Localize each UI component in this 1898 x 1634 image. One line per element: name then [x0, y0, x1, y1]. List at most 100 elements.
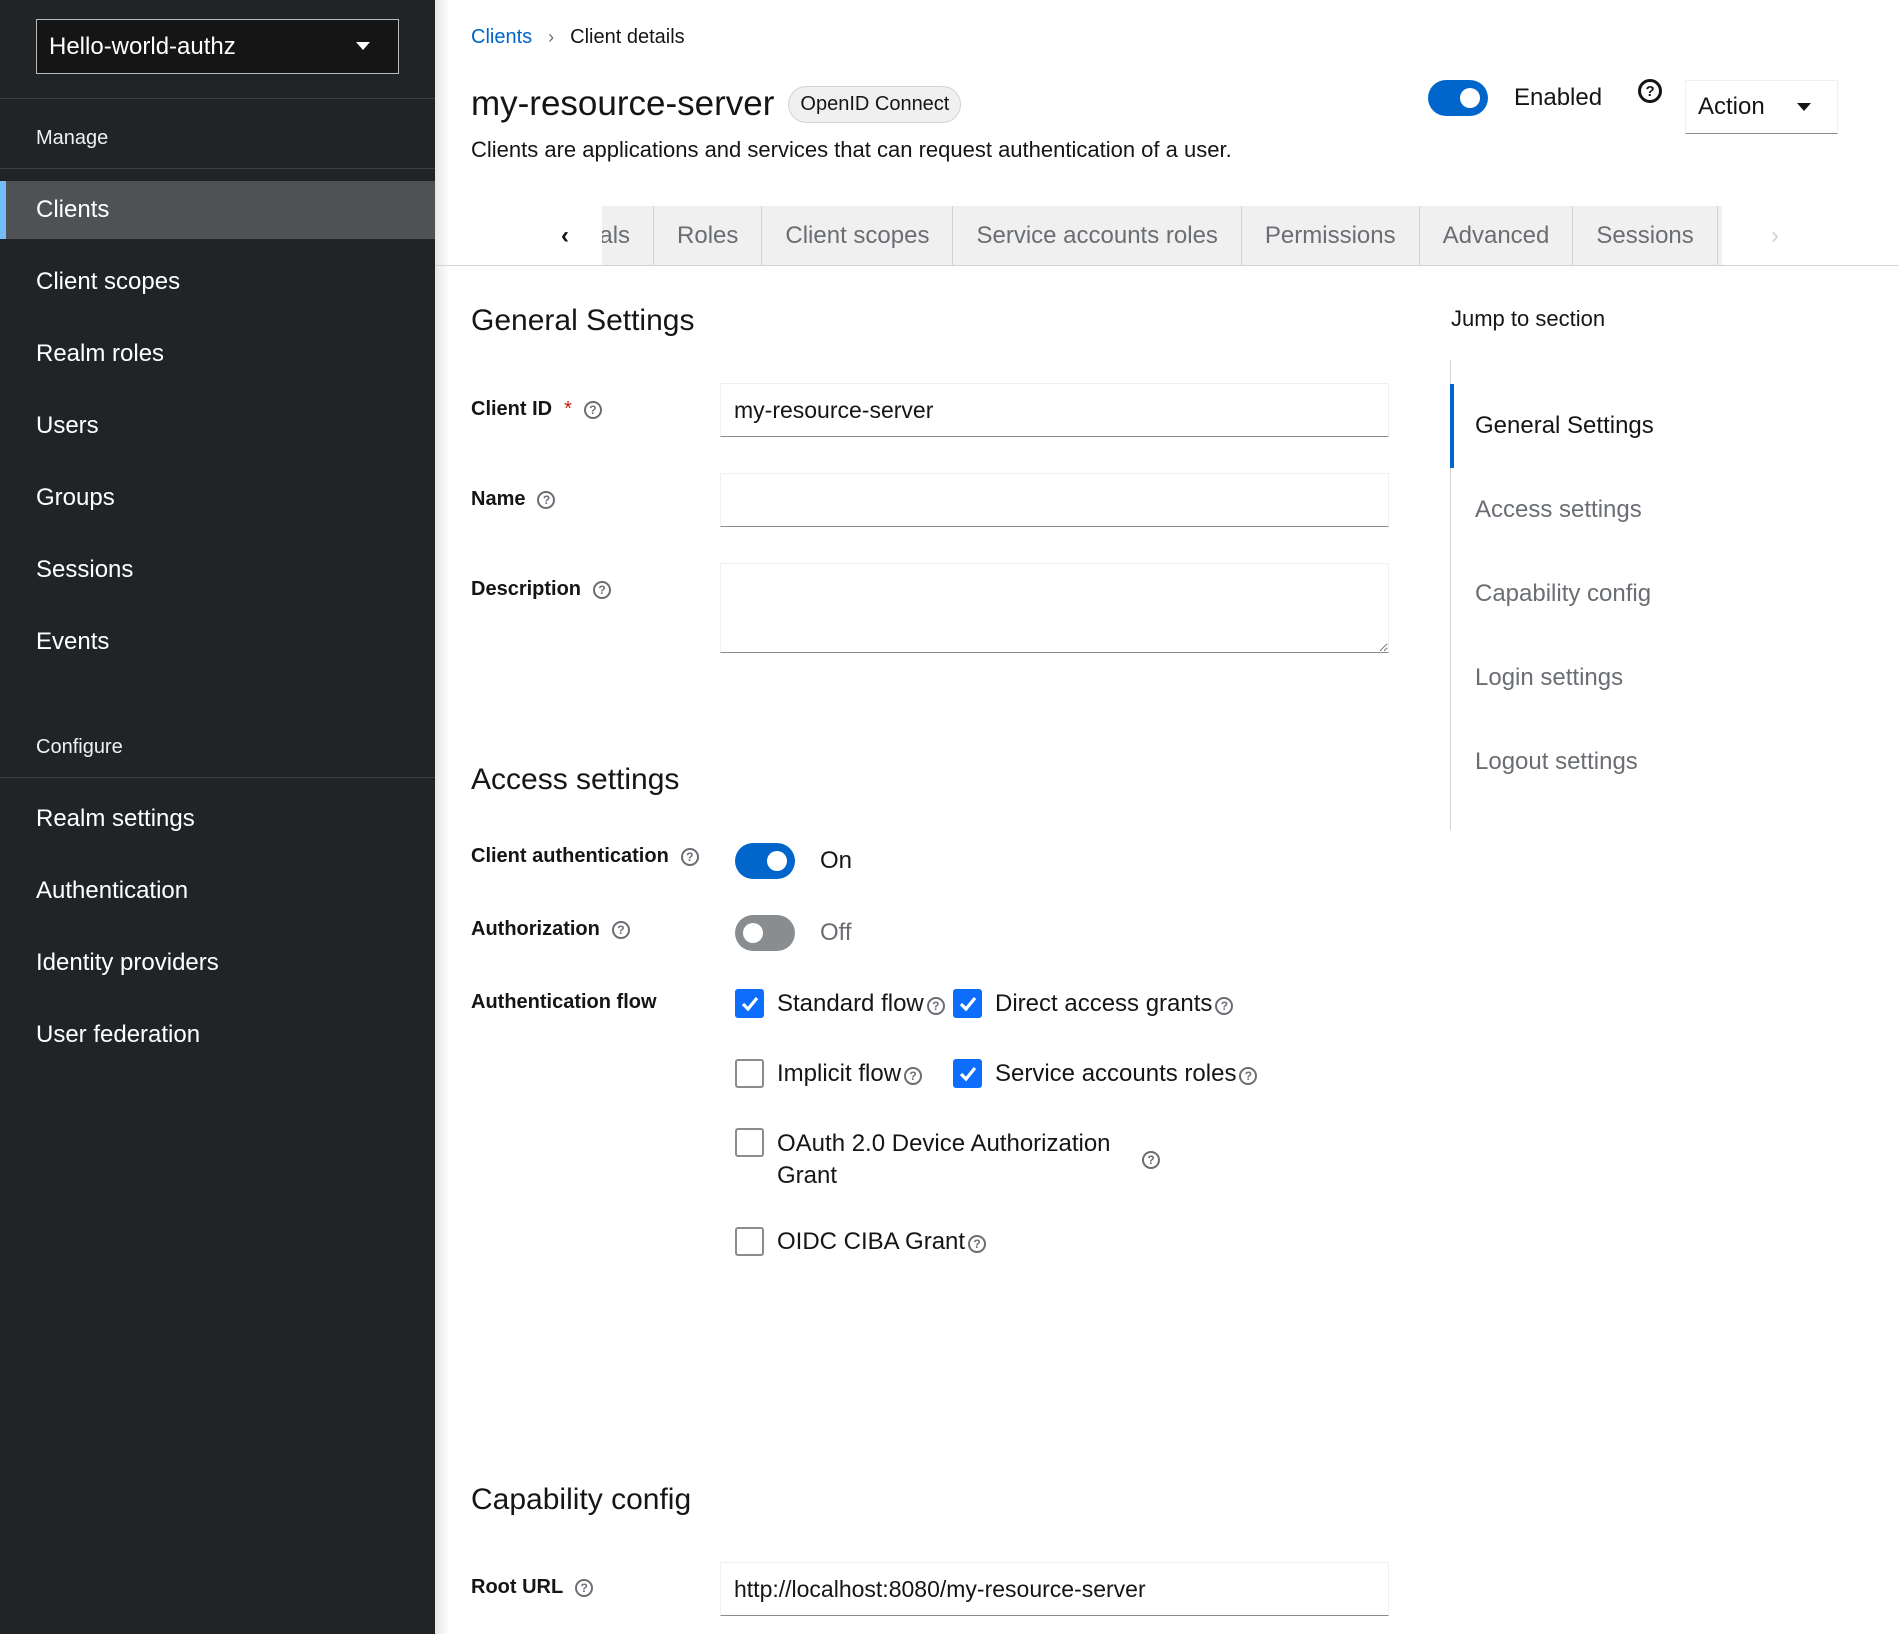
sidebar-item-clients[interactable]: Clients — [0, 181, 435, 239]
client-authentication-label: Client authentication ? — [471, 845, 699, 868]
enabled-label: Enabled — [1514, 84, 1603, 111]
tab-label: Client scopes — [785, 221, 930, 249]
toggle-knob — [767, 851, 787, 871]
direct-access-grants-option: Direct access grants ? — [953, 989, 1234, 1019]
help-icon[interactable]: ? — [611, 920, 630, 939]
toggle-knob — [1460, 88, 1480, 108]
name-label: Name ? — [471, 488, 556, 511]
jump-link-general-settings[interactable]: General Settings — [1475, 412, 1654, 440]
checkbox-label: Standard flow — [777, 990, 924, 1017]
sidebar-item-label: User federation — [36, 1021, 201, 1048]
label-text: Client ID — [471, 398, 553, 420]
question-circle-icon[interactable]: ? — [1638, 79, 1663, 103]
label-text: Description — [471, 578, 582, 600]
enabled-toggle[interactable] — [1428, 80, 1488, 116]
sidebar-group-manage: Manage — [36, 127, 109, 149]
tab-roles[interactable]: Roles — [654, 206, 763, 265]
page-title: my-resource-server — [471, 84, 775, 123]
label-text: Client authentication — [471, 845, 669, 867]
tab-label: Advanced — [1442, 221, 1550, 249]
checkbox-label-line: Grant — [777, 1162, 838, 1189]
angle-left-icon[interactable]: ‹ — [535, 206, 595, 265]
root-url-input[interactable] — [720, 1562, 1389, 1616]
help-icon[interactable]: ? — [1142, 1151, 1160, 1169]
jump-link-capability-config[interactable]: Capability config — [1475, 580, 1651, 608]
protocol-badge: OpenID Connect — [788, 85, 962, 123]
description-label: Description ? — [471, 578, 612, 601]
checkbox-label: Service accounts roles — [995, 1060, 1237, 1087]
help-icon[interactable]: ? — [968, 1235, 987, 1253]
sidebar-group-configure: Configure — [36, 736, 123, 758]
tab-permissions[interactable]: Permissions — [1242, 206, 1420, 265]
realm-selector[interactable]: Hello-world-authz — [36, 19, 399, 74]
oidc-ciba-grant-checkbox[interactable] — [735, 1227, 764, 1256]
caret-down-icon — [356, 42, 370, 50]
tab-sessions[interactable]: Sessions — [1573, 206, 1718, 265]
help-icon[interactable]: ? — [680, 847, 699, 866]
implicit-flow-option: Implicit flow ? — [735, 1059, 923, 1089]
jump-link-login-settings[interactable]: Login settings — [1475, 664, 1623, 692]
tab-strip: ntials Roles Client scopes Service accou… — [602, 206, 1722, 265]
client-id-input[interactable] — [720, 383, 1389, 437]
help-icon[interactable]: ? — [904, 1067, 923, 1085]
help-icon[interactable]: ? — [1215, 997, 1234, 1015]
help-icon[interactable]: ? — [1239, 1067, 1258, 1085]
description-textarea[interactable] — [720, 563, 1389, 653]
tab-service-accounts-roles[interactable]: Service accounts roles — [953, 206, 1242, 265]
tab-label: Service accounts roles — [976, 221, 1218, 249]
tab-label: Sessions — [1596, 221, 1694, 249]
sidebar-item-sessions[interactable]: Sessions — [0, 541, 435, 599]
sidebar-item-authentication[interactable]: Authentication — [0, 862, 435, 920]
authentication-flow-label: Authentication flow — [471, 991, 657, 1014]
sidebar-item-realm-roles[interactable]: Realm roles — [0, 325, 435, 383]
sidebar-item-client-scopes[interactable]: Client scopes — [0, 253, 435, 311]
checkbox-label: Direct access grants — [995, 990, 1213, 1017]
root-url-label: Root URL ? — [471, 1576, 594, 1599]
angle-right-icon[interactable]: › — [1745, 206, 1805, 265]
tab-advanced[interactable]: Advanced — [1420, 206, 1574, 265]
breadcrumb-clients-link[interactable]: Clients — [471, 26, 532, 49]
sidebar-divider — [0, 777, 435, 778]
tab-label: ntials — [602, 221, 631, 249]
service-accounts-roles-checkbox[interactable] — [953, 1059, 982, 1088]
sidebar-item-groups[interactable]: Groups — [0, 469, 435, 527]
help-icon[interactable]: ? — [593, 580, 612, 599]
sidebar-item-events[interactable]: Events — [0, 613, 435, 671]
sidebar-item-realm-settings[interactable]: Realm settings — [0, 790, 435, 848]
client-id-label: Client ID * ? — [471, 398, 602, 421]
help-icon[interactable]: ? — [537, 490, 556, 509]
sidebar-item-label: Sessions — [36, 556, 134, 583]
label-text: Root URL — [471, 1576, 564, 1598]
sidebar-item-label: Identity providers — [36, 949, 219, 976]
client-authentication-state: On — [820, 847, 853, 874]
authorization-switch-row: Off — [735, 915, 852, 951]
jump-to-section-title: Jump to section — [1451, 306, 1606, 331]
jump-link-logout-settings[interactable]: Logout settings — [1475, 748, 1638, 776]
implicit-flow-checkbox[interactable] — [735, 1059, 764, 1088]
jump-link-access-settings[interactable]: Access settings — [1475, 496, 1642, 524]
sidebar-item-user-federation[interactable]: User federation — [0, 1006, 435, 1064]
checkbox-label: Implicit flow — [777, 1060, 902, 1087]
sidebar-item-label: Groups — [36, 484, 115, 511]
tab-credentials[interactable]: ntials — [602, 206, 655, 265]
direct-access-grants-checkbox[interactable] — [953, 989, 982, 1018]
name-input[interactable] — [720, 473, 1389, 527]
help-icon[interactable]: ? — [583, 400, 602, 419]
sidebar-item-label: Realm settings — [36, 805, 195, 832]
toggle-knob — [743, 923, 763, 943]
authorization-toggle[interactable] — [735, 915, 795, 951]
standard-flow-checkbox[interactable] — [735, 989, 764, 1018]
tab-client-scopes[interactable]: Client scopes — [762, 206, 954, 265]
oauth-device-grant-checkbox[interactable] — [735, 1128, 764, 1157]
sidebar-item-label: Client scopes — [36, 268, 181, 295]
action-dropdown[interactable]: Action — [1685, 80, 1838, 134]
page-header: my-resource-server OpenID Connect — [471, 84, 962, 124]
sidebar-item-identity-providers[interactable]: Identity providers — [0, 934, 435, 992]
client-authentication-toggle[interactable] — [735, 843, 795, 879]
help-icon[interactable]: ? — [926, 997, 945, 1015]
help-icon[interactable]: ? — [575, 1578, 594, 1597]
sidebar-item-users[interactable]: Users — [0, 397, 435, 455]
breadcrumb-current: Client details — [570, 26, 685, 48]
sidebar: Hello-world-authz Manage Clients Client … — [0, 0, 435, 1634]
standard-flow-option: Standard flow ? — [735, 989, 945, 1019]
